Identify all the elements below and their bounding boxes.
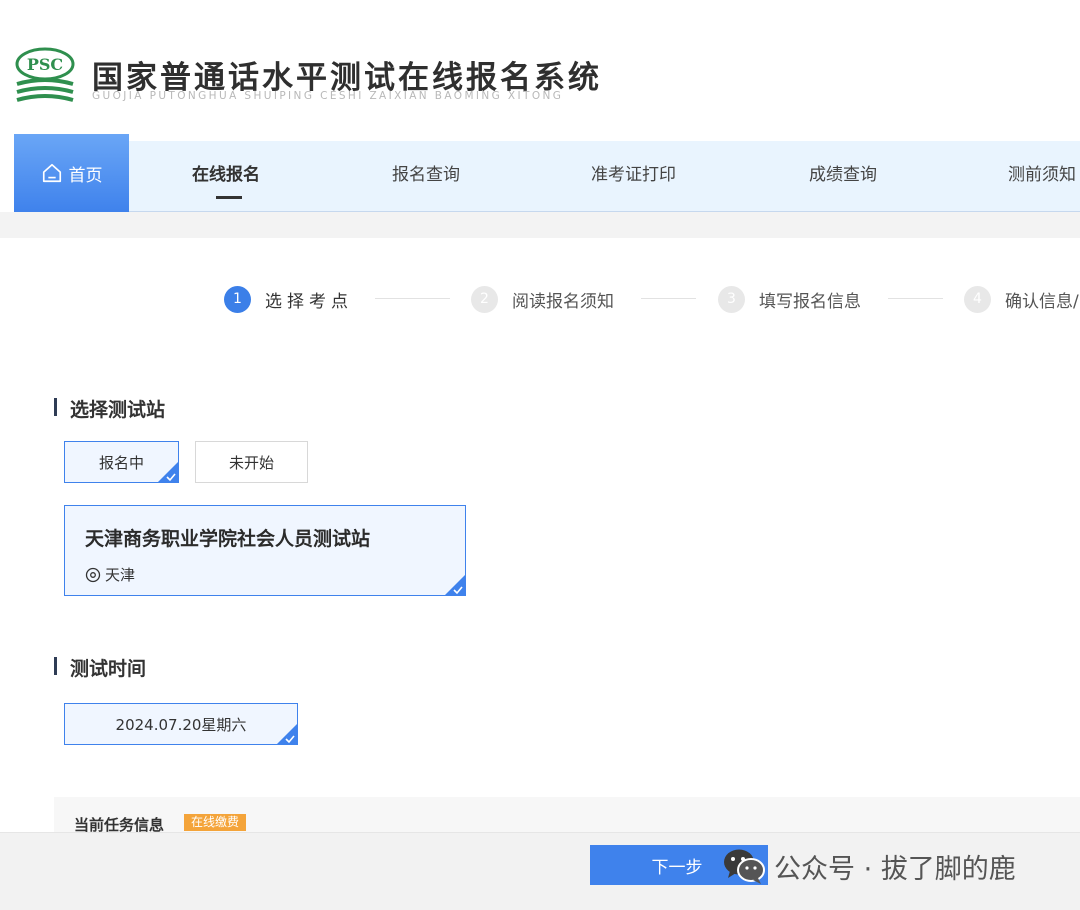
nav-item-score-query[interactable]: 成绩查询 [809, 141, 877, 211]
svg-text:PSC: PSC [27, 55, 63, 74]
step-4: 4 确认信息/ [964, 285, 1079, 313]
step-label: 阅读报名须知 [512, 291, 614, 312]
watermark-text: 公众号 · 拔了脚的鹿 [774, 853, 1016, 885]
selected-check-icon [157, 461, 179, 483]
nav-item-test-notice[interactable]: 测前须知 [1008, 141, 1076, 211]
site-header: PSC 国家普通话水平测试在线报名系统 GUOJIA PUTONGHUA SHU… [0, 0, 1080, 134]
step-2: 2 阅读报名须知 [471, 285, 614, 313]
step-3: 3 填写报名信息 [718, 285, 861, 313]
nav-home-label: 首页 [68, 165, 103, 186]
section-title-station: 选择测试站 [54, 395, 165, 422]
step-number: 4 [964, 285, 991, 313]
location-pin-icon [85, 567, 101, 582]
filter-registering[interactable]: 报名中 [64, 441, 179, 483]
station-location: 天津 [85, 564, 135, 585]
psc-logo: PSC [15, 47, 75, 102]
station-card[interactable]: 天津商务职业学院社会人员测试站 天津 [64, 505, 466, 596]
page-gap [0, 212, 1080, 238]
wechat-icon [724, 849, 765, 884]
status-badge: 在线缴费 [184, 814, 247, 831]
nav-home[interactable]: 首页 [14, 134, 129, 212]
home-icon [42, 163, 61, 183]
watermark: 公众号 · 拔了脚的鹿 [722, 842, 1016, 890]
filter-not-started[interactable]: 未开始 [195, 441, 308, 483]
site-subtitle: GUOJIA PUTONGHUA SHUIPING CESHI ZAIXIAN … [92, 90, 564, 102]
selected-check-icon [276, 723, 298, 745]
section-title-time: 测试时间 [54, 654, 146, 681]
selected-check-icon [444, 574, 466, 596]
step-label: 确认信息/ [1005, 291, 1079, 312]
step-connector [641, 298, 696, 299]
step-connector [375, 298, 450, 299]
step-1: 1 选择考点 [224, 285, 353, 313]
nav-item-admission-ticket[interactable]: 准考证打印 [591, 141, 676, 211]
step-label: 填写报名信息 [759, 291, 861, 312]
step-label: 选择考点 [265, 291, 353, 312]
nav-item-registration-query[interactable]: 报名查询 [392, 141, 460, 211]
station-name: 天津商务职业学院社会人员测试站 [85, 528, 371, 550]
main-nav: 首页 在线报名 报名查询 准考证打印 成绩查询 测前须知 [14, 134, 1080, 212]
step-number: 3 [718, 285, 745, 313]
step-connector [888, 298, 943, 299]
step-number: 2 [471, 285, 498, 313]
nav-active-indicator [216, 196, 242, 199]
nav-item-online-registration[interactable]: 在线报名 [192, 141, 260, 211]
test-date-option[interactable]: 2024.07.20星期六 [64, 703, 298, 745]
step-number: 1 [224, 285, 251, 313]
